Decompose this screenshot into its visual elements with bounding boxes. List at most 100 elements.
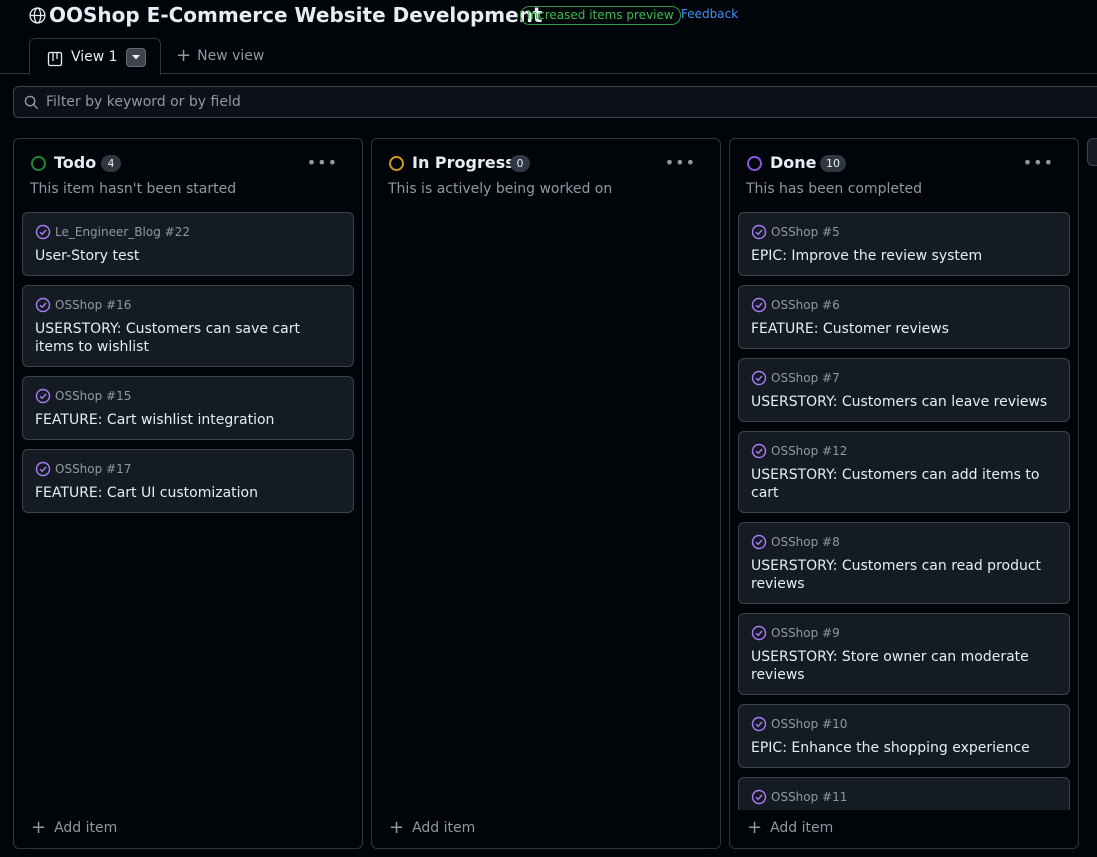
issue-closed-icon (751, 224, 767, 240)
issue-closed-icon (35, 461, 51, 477)
column-title: Todo (54, 153, 97, 172)
item-card[interactable]: OSShop #16 USERSTORY: Customers can save… (22, 285, 354, 367)
issue-closed-icon (35, 224, 51, 240)
card-ref[interactable]: OSShop #5 (771, 225, 840, 239)
new-view-label: New view (197, 48, 265, 64)
item-count-badge: 4 (101, 155, 121, 172)
column-description: This is actively being worked on (388, 181, 613, 197)
column-description: This has been completed (746, 181, 922, 197)
item-card[interactable]: OSShop #5 EPIC: Improve the review syste… (738, 212, 1070, 276)
card-title[interactable]: FEATURE: Cart wishlist integration (35, 411, 341, 429)
card-meta: OSShop #5 (751, 224, 1057, 242)
globe-icon (29, 7, 46, 24)
plus-icon: + (176, 45, 192, 66)
item-card[interactable]: OSShop #8 USERSTORY: Customers can read … (738, 522, 1070, 604)
card-title[interactable]: USERSTORY: Customers can add items to ca… (751, 466, 1057, 502)
status-circle-icon (747, 156, 762, 171)
filter-bar (13, 86, 1097, 118)
issue-closed-icon (35, 297, 51, 313)
add-column-button[interactable] (1087, 138, 1097, 166)
card-meta: OSShop #6 (751, 297, 1057, 315)
card-meta: OSShop #10 (751, 716, 1057, 734)
card-title[interactable]: USERSTORY: Customers can leave reviews (751, 393, 1057, 411)
add-item-label: Add item (54, 820, 118, 836)
add-item-label: Add item (770, 820, 834, 836)
item-card[interactable]: OSShop #11 (738, 777, 1070, 810)
column-title: In Progress (412, 153, 515, 172)
item-card[interactable]: OSShop #9 USERSTORY: Store owner can mod… (738, 613, 1070, 695)
issue-closed-icon (751, 716, 767, 732)
triangle-down-icon (132, 55, 140, 60)
kebab-menu-icon[interactable]: ••• (307, 153, 338, 172)
item-card[interactable]: OSShop #17 FEATURE: Cart UI customizatio… (22, 449, 354, 513)
tab-dropdown-button[interactable] (126, 48, 146, 67)
item-card[interactable]: OSShop #10 EPIC: Enhance the shopping ex… (738, 704, 1070, 768)
plus-icon: + (747, 817, 763, 838)
card-ref[interactable]: Le_Engineer_Blog #22 (55, 225, 190, 239)
item-count-badge: 10 (820, 155, 846, 172)
feedback-link[interactable]: Feedback (681, 7, 738, 21)
card-meta: OSShop #9 (751, 625, 1057, 643)
card-title[interactable]: USERSTORY: Customers can read product re… (751, 557, 1057, 593)
item-count-badge: 0 (510, 155, 530, 172)
card-title[interactable]: FEATURE: Cart UI customization (35, 484, 341, 502)
kebab-menu-icon[interactable]: ••• (665, 153, 696, 172)
card-title[interactable]: USERSTORY: Customers can save cart items… (35, 320, 341, 356)
plus-icon: + (31, 817, 47, 838)
card-meta: OSShop #11 (751, 789, 1057, 807)
card-ref[interactable]: OSShop #11 (771, 790, 847, 804)
card-ref[interactable]: OSShop #7 (771, 371, 840, 385)
card-ref[interactable]: OSShop #8 (771, 535, 840, 549)
card-title[interactable]: FEATURE: Customer reviews (751, 320, 1057, 338)
item-card[interactable]: OSShop #6 FEATURE: Customer reviews (738, 285, 1070, 349)
search-icon (24, 95, 39, 110)
issue-closed-icon (751, 534, 767, 550)
issue-closed-icon (751, 443, 767, 459)
card-title[interactable]: User-Story test (35, 247, 341, 265)
card-list: Le_Engineer_Blog #22 User-Story test OSS… (22, 212, 354, 810)
view-tabs: View 1 + New view (0, 38, 1097, 75)
card-meta: OSShop #16 (35, 297, 341, 315)
card-meta: OSShop #7 (751, 370, 1057, 388)
item-card[interactable]: OSShop #12 USERSTORY: Customers can add … (738, 431, 1070, 513)
filter-input[interactable] (46, 87, 946, 117)
status-circle-icon (31, 156, 46, 171)
project-header: OOShop E-Commerce Website Development In… (0, 0, 1097, 34)
tab-view-1[interactable]: View 1 (29, 38, 161, 75)
card-ref[interactable]: OSShop #9 (771, 626, 840, 640)
item-card[interactable]: OSShop #15 FEATURE: Cart wishlist integr… (22, 376, 354, 440)
column-title: Done (770, 153, 817, 172)
card-title[interactable]: USERSTORY: Store owner can moderate revi… (751, 648, 1057, 684)
card-ref[interactable]: OSShop #12 (771, 444, 847, 458)
column-in-progress: In Progress 0 ••• This is actively being… (371, 138, 721, 849)
card-meta: OSShop #8 (751, 534, 1057, 552)
plus-icon: + (389, 817, 405, 838)
card-ref[interactable]: OSShop #10 (771, 717, 847, 731)
card-ref[interactable]: OSShop #15 (55, 389, 131, 403)
add-item-button[interactable]: + Add item (747, 817, 833, 838)
issue-closed-icon (751, 625, 767, 641)
issue-closed-icon (751, 789, 767, 805)
card-meta: OSShop #17 (35, 461, 341, 479)
card-list (380, 212, 712, 810)
new-view-button[interactable]: + New view (176, 45, 265, 66)
card-ref[interactable]: OSShop #16 (55, 298, 131, 312)
tab-label: View 1 (71, 49, 118, 65)
card-ref[interactable]: OSShop #6 (771, 298, 840, 312)
column-todo: Todo 4 ••• This item hasn't been started… (13, 138, 363, 849)
column-header: Todo 4 ••• This item hasn't been started (14, 139, 362, 209)
column-header: In Progress 0 ••• This is actively being… (372, 139, 720, 209)
kebab-menu-icon[interactable]: ••• (1023, 153, 1054, 172)
item-card[interactable]: OSShop #7 USERSTORY: Customers can leave… (738, 358, 1070, 422)
add-item-button[interactable]: + Add item (31, 817, 117, 838)
card-title[interactable]: EPIC: Improve the review system (751, 247, 1057, 265)
item-card[interactable]: Le_Engineer_Blog #22 User-Story test (22, 212, 354, 276)
add-item-button[interactable]: + Add item (389, 817, 475, 838)
issue-closed-icon (751, 370, 767, 386)
card-ref[interactable]: OSShop #17 (55, 462, 131, 476)
card-meta: OSShop #12 (751, 443, 1057, 461)
issue-closed-icon (751, 297, 767, 313)
preview-badge[interactable]: Increased items preview (520, 6, 681, 25)
card-title[interactable]: EPIC: Enhance the shopping experience (751, 739, 1057, 757)
card-meta: OSShop #15 (35, 388, 341, 406)
